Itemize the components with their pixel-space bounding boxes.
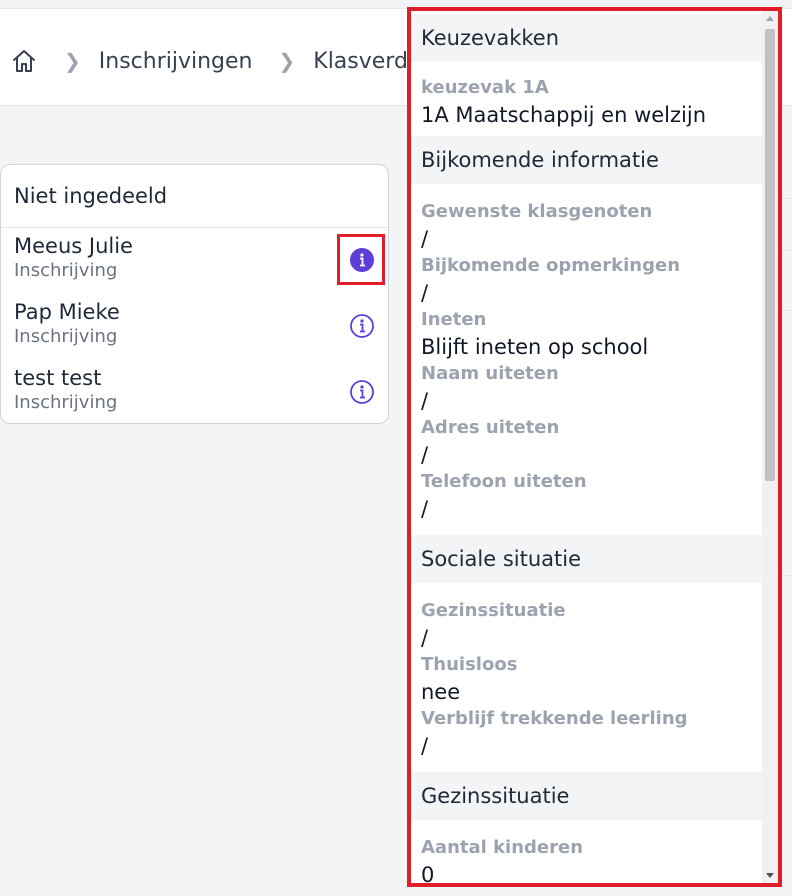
field-label: Gezinssituatie xyxy=(421,600,566,621)
breadcrumb-item-klasverdeling[interactable]: Klasverd xyxy=(313,49,408,74)
field-value: 0 xyxy=(421,863,435,887)
student-status: Inschrijving xyxy=(14,392,118,413)
unassigned-card: Niet ingedeeld Meeus Julie Inschrijving … xyxy=(0,164,389,424)
field-label: Ineten xyxy=(421,309,487,330)
student-name: Meeus Julie xyxy=(14,234,133,258)
section-body: Aantal kinderen 0 xyxy=(411,820,763,887)
chevron-right-icon: ❯ xyxy=(64,49,81,73)
field-value: / xyxy=(421,497,429,521)
field-label: Verblijf trekkende leerling xyxy=(421,708,688,729)
field-value: / xyxy=(421,626,429,650)
field-value: / xyxy=(421,281,429,305)
field-label: Bijkomende opmerkingen xyxy=(421,255,681,276)
section-body: Gewenste klasgenoten / Bijkomende opmerk… xyxy=(411,184,763,535)
section-title-gezinssituatie: Gezinssituatie xyxy=(411,772,763,820)
field-value: / xyxy=(421,734,429,758)
info-button-highlight xyxy=(337,234,385,285)
chevron-right-icon: ❯ xyxy=(278,49,296,73)
breadcrumb-item-inschrijvingen[interactable]: Inschrijvingen xyxy=(99,49,253,74)
field-label: Gewenste klasgenoten xyxy=(421,201,653,222)
scrollbar-thumb[interactable] xyxy=(765,29,775,481)
field-label: Telefoon uiteten xyxy=(421,471,587,492)
section-body: Gezinssituatie / Thuisloos nee Verblijf … xyxy=(411,583,763,772)
field-label: Aantal kinderen xyxy=(421,837,584,858)
field-value: / xyxy=(421,443,429,467)
divider xyxy=(782,198,792,199)
popover-content: Keuzevakken keuzevak 1A 1A Maatschappij … xyxy=(411,11,763,887)
field-value: / xyxy=(421,227,429,251)
info-icon[interactable] xyxy=(349,313,375,339)
section-title-sociale-situatie: Sociale situatie xyxy=(411,535,763,583)
card-title: Niet ingedeeld xyxy=(1,165,388,228)
field-value: / xyxy=(421,389,429,413)
field-value: Blijft ineten op school xyxy=(421,335,649,359)
scrollbar[interactable] xyxy=(762,11,778,883)
scroll-down-arrow-icon[interactable] xyxy=(766,873,774,878)
divider xyxy=(782,575,792,576)
field-label: Thuisloos xyxy=(421,654,518,675)
field-label: Naam uiteten xyxy=(421,363,559,384)
scroll-up-arrow-icon[interactable] xyxy=(766,16,774,21)
field-label: keuzevak 1A xyxy=(421,77,549,98)
student-name: Pap Mieke xyxy=(14,300,120,324)
home-icon[interactable] xyxy=(10,47,38,75)
divider xyxy=(782,310,792,311)
section-body: keuzevak 1A 1A Maatschappij en welzijn xyxy=(411,62,763,136)
field-value: nee xyxy=(421,680,461,704)
list-item[interactable]: Meeus Julie Inschrijving xyxy=(14,233,133,283)
info-icon[interactable] xyxy=(349,379,375,405)
section-title-keuzevakken: Keuzevakken xyxy=(411,14,763,62)
list-item[interactable]: Pap Mieke Inschrijving xyxy=(14,299,120,349)
list-item[interactable]: test test Inschrijving xyxy=(14,365,117,415)
field-label: Adres uiteten xyxy=(421,417,560,438)
field-value: 1A Maatschappij en welzijn xyxy=(421,103,706,127)
student-status: Inschrijving xyxy=(14,260,118,281)
student-name: test test xyxy=(14,366,102,390)
student-details-popover[interactable]: Keuzevakken keuzevak 1A 1A Maatschappij … xyxy=(407,7,782,887)
student-status: Inschrijving xyxy=(14,326,118,347)
divider xyxy=(782,250,792,251)
breadcrumb: ❯ Inschrijvingen ❯ Klasverd xyxy=(10,47,408,75)
section-title-bijkomende-informatie: Bijkomende informatie xyxy=(411,136,763,184)
